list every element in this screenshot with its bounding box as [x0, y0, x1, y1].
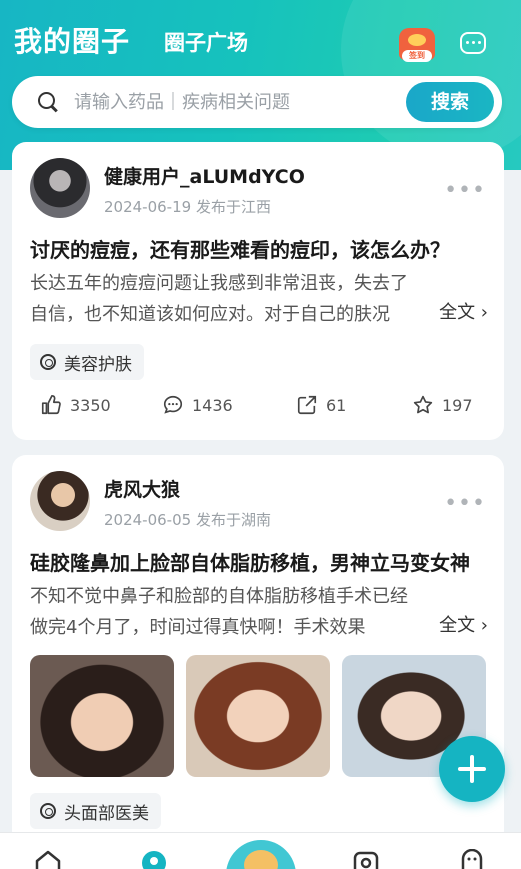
like-icon: [41, 395, 61, 415]
post-tag[interactable]: 美容护肤: [30, 344, 144, 380]
post-meta: 2024-06-05 发布于湖南: [104, 511, 271, 529]
post-photo[interactable]: [30, 655, 174, 777]
message-icon: [460, 32, 486, 54]
post-photo[interactable]: [186, 655, 330, 777]
comment-count: 1436: [192, 395, 233, 415]
avatar[interactable]: [30, 471, 90, 531]
full-text-link[interactable]: 全文 ›: [419, 298, 488, 324]
message-button[interactable]: [460, 32, 488, 58]
post-title[interactable]: 讨厌的痘痘，还有那些难看的痘印，该怎么办？: [30, 234, 486, 263]
post-meta: 2024-06-19 发布于江西: [104, 198, 271, 216]
post-actions: 3350 1436 61 197: [12, 394, 504, 424]
post-tag[interactable]: 头面部医美: [30, 793, 161, 829]
search-button[interactable]: 搜索: [406, 82, 494, 122]
circle-icon: [142, 851, 166, 869]
search-bar: 搜索: [12, 76, 502, 128]
post-username[interactable]: 健康用户_aLUMdYCO: [104, 162, 305, 189]
comment-icon: [163, 395, 183, 414]
header-tabs: 我的圈子 圈子广场: [14, 20, 248, 60]
favorite-count: 197: [442, 395, 473, 415]
scan-icon: [353, 851, 379, 869]
home-icon: [35, 850, 61, 869]
tab-my-circle[interactable]: 我的圈子: [14, 20, 130, 60]
full-text-link[interactable]: 全文 ›: [419, 611, 488, 637]
more-icon[interactable]: •••: [444, 491, 486, 516]
search-input[interactable]: [74, 91, 392, 113]
sign-in-button[interactable]: 签到: [398, 26, 436, 64]
like-button[interactable]: 3350: [40, 394, 111, 416]
share-button[interactable]: 61: [296, 394, 346, 416]
share-count: 61: [326, 395, 347, 415]
nav-circle[interactable]: [140, 849, 168, 869]
post-card[interactable]: 虎风大狼 2024-06-05 发布于湖南 ••• 硅胶隆鼻加上脸部自体脂肪移植…: [12, 455, 504, 845]
profile-icon: [461, 848, 483, 869]
post-body: 不知不觉中鼻子和脸部的自体脂肪移植手术已经做完4个月了，时间过得真快啊！手术效果: [30, 586, 408, 638]
search-icon: [38, 92, 58, 112]
nav-scan[interactable]: [352, 849, 380, 869]
tag-label: 头面部医美: [64, 803, 149, 824]
post-title[interactable]: 硅胶隆鼻加上脸部自体脂肪移植，男神立马变女神: [30, 547, 486, 576]
nav-profile[interactable]: [458, 848, 486, 869]
star-icon: [413, 395, 433, 414]
comment-button[interactable]: 1436: [162, 394, 233, 416]
avatar[interactable]: [30, 158, 90, 218]
post-photos: [30, 655, 504, 777]
sign-in-label: 签到: [402, 50, 432, 62]
like-count: 3350: [70, 395, 111, 415]
post-body: 长达五年的痘痘问题让我感到非常沮丧，失去了自信，也不知道该如何应对。对于自己的肤…: [30, 273, 408, 325]
more-icon[interactable]: •••: [444, 178, 486, 203]
share-icon: [297, 395, 317, 415]
tab-circle-square[interactable]: 圈子广场: [164, 27, 248, 57]
post-username[interactable]: 虎风大狼: [104, 475, 180, 502]
tag-icon: [40, 803, 56, 819]
favorite-button[interactable]: 197: [412, 394, 473, 416]
tag-label: 美容护肤: [64, 354, 132, 375]
post-card[interactable]: 健康用户_aLUMdYCO 2024-06-19 发布于江西 ••• 讨厌的痘痘…: [12, 142, 504, 440]
add-post-button[interactable]: [439, 736, 505, 802]
nav-home[interactable]: [34, 849, 62, 869]
tag-icon: [40, 354, 56, 370]
